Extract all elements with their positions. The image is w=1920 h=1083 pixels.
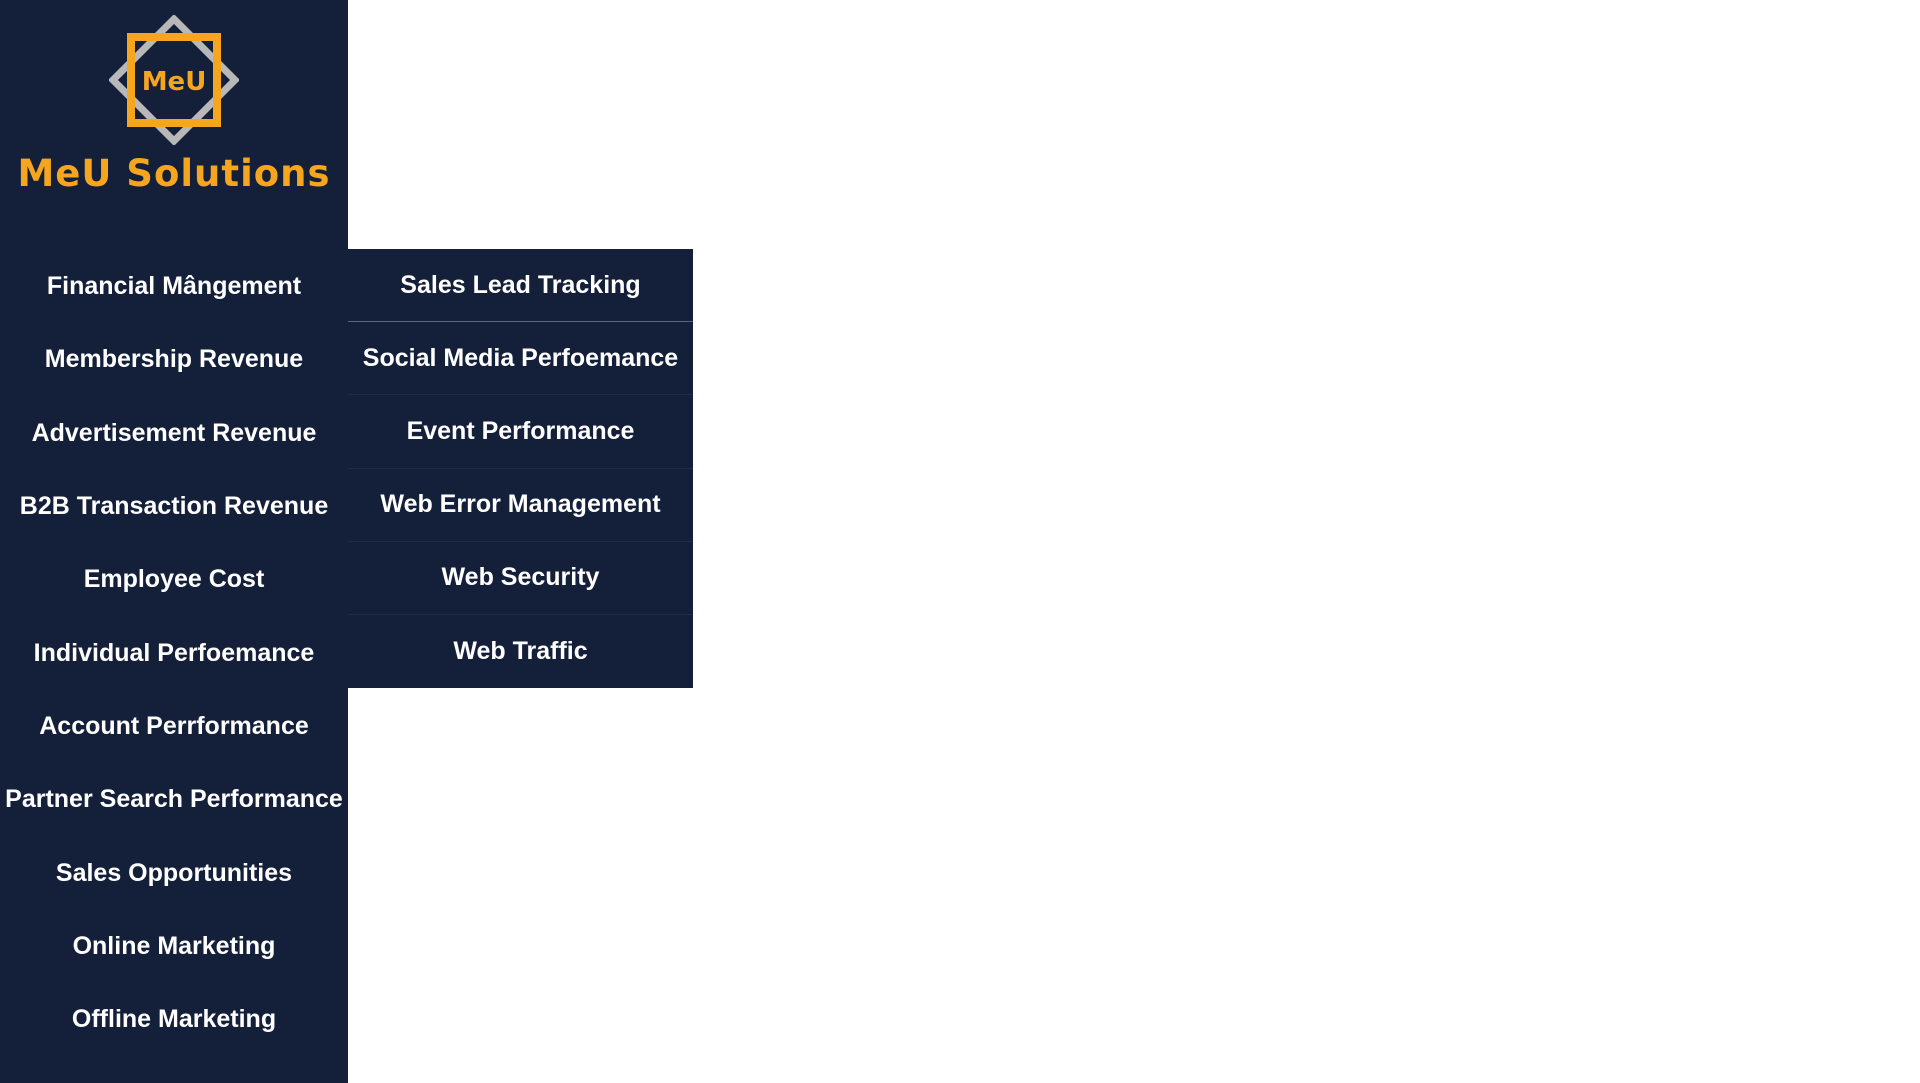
flyout-submenu: Sales Lead Tracking Social Media Perfoem… [348, 249, 693, 688]
sidebar: MeU MeU Solutions Financial Mângement Me… [0, 0, 348, 1083]
logo-text: MeU [142, 67, 207, 97]
menu-item-b2b-transaction-revenue[interactable]: B2B Transaction Revenue [0, 470, 348, 543]
menu-item-individual-performance[interactable]: Individual Perfoemance [0, 616, 348, 689]
submenu-item-event-performance[interactable]: Event Performance [348, 395, 693, 469]
meu-logo-icon: MeU [109, 15, 239, 145]
menu-item-financial-management[interactable]: Financial Mângement [0, 250, 348, 323]
menu-item-account-performance[interactable]: Account Perrformance [0, 690, 348, 763]
brand-name: MeU Solutions [17, 152, 331, 195]
menu-item-sales-opportunities[interactable]: Sales Opportunities [0, 836, 348, 909]
submenu-item-web-security[interactable]: Web Security [348, 542, 693, 615]
submenu-item-social-media-performance[interactable]: Social Media Perfoemance [348, 322, 693, 396]
menu-item-partner-search-performance[interactable]: Partner Search Performance [0, 763, 348, 836]
brand-logo[interactable]: MeU MeU Solutions [0, 0, 348, 250]
main-menu: Financial Mângement Membership Revenue A… [0, 250, 348, 1056]
menu-item-employee-cost[interactable]: Employee Cost [0, 543, 348, 616]
submenu-item-sales-lead-tracking[interactable]: Sales Lead Tracking [348, 249, 693, 323]
menu-item-offline-marketing[interactable]: Offline Marketing [0, 983, 348, 1056]
menu-item-membership-revenue[interactable]: Membership Revenue [0, 323, 348, 396]
menu-item-online-marketing[interactable]: Online Marketing [0, 910, 348, 983]
menu-item-advertisement-revenue[interactable]: Advertisement Revenue [0, 397, 348, 470]
submenu-item-web-traffic[interactable]: Web Traffic [348, 615, 693, 687]
submenu-item-web-error-management[interactable]: Web Error Management [348, 469, 693, 542]
